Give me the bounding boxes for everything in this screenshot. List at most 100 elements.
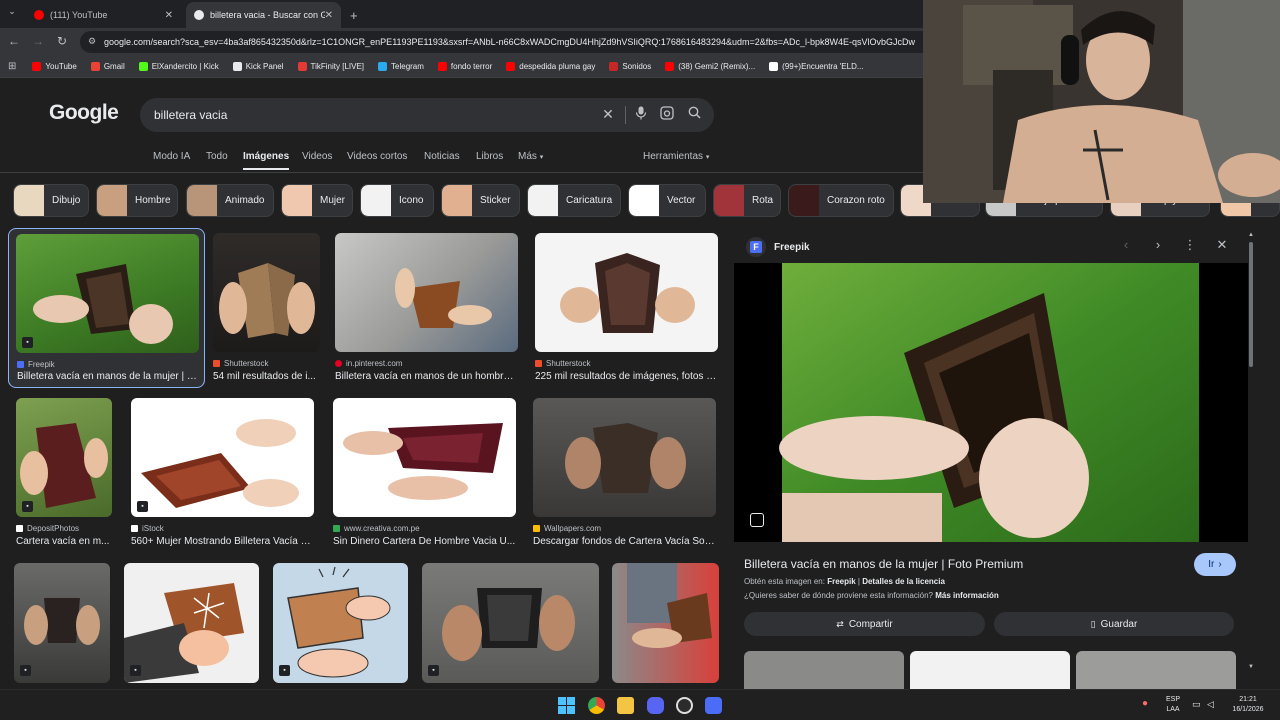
license-link[interactable]: Detalles de la licencia	[862, 577, 945, 586]
language-indicator[interactable]: ESP LAA	[1160, 695, 1186, 715]
result-thumbnail[interactable]	[612, 563, 719, 683]
bookmark-item[interactable]: Sonidos	[609, 62, 651, 71]
back-icon[interactable]: ←	[6, 34, 22, 48]
file-explorer-icon[interactable]	[617, 697, 634, 714]
refine-chip[interactable]: Mujer	[281, 184, 353, 217]
related-image[interactable]	[1076, 651, 1236, 689]
microphone-tray-icon[interactable]: ●	[1142, 699, 1148, 709]
network-icon[interactable]: ▭	[1192, 699, 1201, 709]
panel-scrollbar[interactable]: ▲ ▼	[1248, 232, 1254, 672]
microphone-icon[interactable]	[632, 106, 650, 123]
app-icon[interactable]	[705, 697, 722, 714]
result-thumbnail[interactable]	[535, 233, 718, 352]
result-title[interactable]: Billetera vacía en manos de un hombre ..…	[335, 371, 518, 382]
result-thumbnail[interactable]	[333, 398, 516, 517]
save-button[interactable]: ▯ Guardar	[994, 612, 1234, 636]
image-result[interactable]: Wallpapers.com Descargar fondos de Carte…	[533, 398, 717, 548]
result-thumbnail[interactable]: ▪	[124, 563, 259, 683]
result-thumbnail[interactable]	[335, 233, 518, 352]
obtain-site-link[interactable]: Freepik	[827, 577, 855, 586]
bookmark-item[interactable]: TikFinity [LIVE]	[297, 62, 364, 71]
preview-image[interactable]	[734, 263, 1248, 542]
image-result[interactable]: ▪	[124, 563, 259, 683]
bookmark-item[interactable]: Gmail	[90, 62, 125, 71]
forward-icon[interactable]: →	[30, 34, 46, 48]
bookmark-item[interactable]: Kick Panel	[232, 62, 284, 71]
preview-title[interactable]: Billetera vacía en manos de la mujer | F…	[744, 557, 1023, 571]
result-title[interactable]: Descargar fondos de Cartera Vacía Sost..…	[533, 536, 717, 547]
result-thumbnail[interactable]	[213, 233, 320, 352]
close-tab-icon[interactable]: ✕	[325, 10, 333, 21]
refine-chip[interactable]: Dibujo	[13, 184, 89, 217]
reload-icon[interactable]: ↻	[54, 34, 70, 48]
search-box[interactable]: billetera vacia ✕	[140, 98, 714, 132]
site-info-icon[interactable]: ⚙	[88, 36, 96, 47]
clock[interactable]: 21:21 16/1/2026	[1226, 695, 1270, 715]
lens-camera-icon[interactable]	[658, 106, 676, 123]
bookmark-item[interactable]: (99+)Encuentra 'ELD...	[769, 62, 864, 71]
result-thumbnail[interactable]: ▪	[131, 398, 314, 517]
tools-button[interactable]: Herramientas ▾	[643, 151, 709, 162]
result-title[interactable]: Sin Dinero Cartera De Hombre Vacia U...	[333, 536, 517, 547]
tab-libros[interactable]: Libros	[476, 151, 503, 162]
discord-icon[interactable]	[647, 697, 664, 714]
tab-videos-cortos[interactable]: Videos cortos	[347, 151, 407, 162]
bookmark-item[interactable]: Telegram	[378, 62, 424, 71]
clear-search-icon[interactable]: ✕	[599, 106, 617, 123]
apps-grid-icon[interactable]: ⊞	[8, 61, 16, 72]
bookmark-item[interactable]: YouTube	[32, 62, 77, 71]
bookmark-item[interactable]: ElXandercito | Kick	[138, 62, 219, 71]
result-thumbnail[interactable]	[533, 398, 716, 517]
image-result[interactable]: ▪	[273, 563, 409, 683]
google-logo[interactable]: Google	[49, 101, 119, 125]
visit-button[interactable]: Ir ›	[1194, 553, 1236, 576]
panel-source-header[interactable]: F Freepik	[746, 237, 810, 257]
refine-chip[interactable]: Hombre	[96, 184, 178, 217]
close-panel-icon[interactable]: ✕	[1214, 237, 1230, 253]
tab-modo-ia[interactable]: Modo IA	[153, 151, 190, 162]
result-title[interactable]: Billetera vacía en manos de la mujer | F…	[17, 371, 199, 382]
more-options-icon[interactable]: ⋮	[1182, 237, 1198, 253]
image-result[interactable]: ▪ DepositPhotos Cartera vacía en m...	[16, 398, 113, 548]
tab-videos[interactable]: Videos	[302, 151, 332, 162]
lens-search-icon[interactable]	[750, 513, 764, 527]
image-result[interactable]: Shutterstock 54 mil resultados de i...	[213, 233, 321, 383]
refine-chip[interactable]: Vector	[628, 184, 706, 217]
close-tab-icon[interactable]: ✕	[165, 10, 173, 21]
refine-chip[interactable]: Caricatura	[527, 184, 621, 217]
result-thumbnail[interactable]: ▪	[273, 563, 408, 683]
refine-chip[interactable]: Rota	[713, 184, 781, 217]
scroll-up-icon[interactable]: ▲	[1248, 232, 1254, 238]
image-result[interactable]: in.pinterest.com Billetera vacía en mano…	[335, 233, 519, 383]
next-image-icon[interactable]: ›	[1150, 237, 1166, 252]
image-result[interactable]: ▪ Freepik Billetera vacía en manos de la…	[8, 228, 205, 388]
result-thumbnail[interactable]: ▪	[422, 563, 599, 683]
refine-chip[interactable]: Icono	[360, 184, 434, 217]
refine-chip[interactable]: Corazon roto	[788, 184, 894, 217]
image-result[interactable]: Shutterstock 225 mil resultados de imáge…	[535, 233, 719, 383]
tab-todo[interactable]: Todo	[206, 151, 228, 162]
result-title[interactable]: Cartera vacía en m...	[16, 536, 113, 547]
image-result[interactable]	[612, 563, 719, 683]
chrome-icon[interactable]	[588, 697, 605, 714]
tab-noticias[interactable]: Noticias	[424, 151, 460, 162]
image-result[interactable]: ▪	[422, 563, 600, 683]
bookmark-item[interactable]: (38) Gemi2 (Remix)...	[665, 62, 755, 71]
new-tab-button[interactable]: +	[342, 2, 366, 28]
related-image[interactable]	[910, 651, 1070, 689]
image-result[interactable]: ▪	[14, 563, 111, 683]
tab-imagenes[interactable]: Imágenes	[243, 151, 290, 170]
tab-search-icon[interactable]: ⌄	[4, 6, 20, 17]
refine-chip[interactable]: Sticker	[441, 184, 520, 217]
result-title[interactable]: 560+ Mujer Mostrando Billetera Vacía Fo.…	[131, 536, 315, 547]
image-result[interactable]: www.creativa.com.pe Sin Dinero Cartera D…	[333, 398, 517, 548]
related-image[interactable]	[744, 651, 904, 689]
tab-google-search[interactable]: billetera vacia - Buscar con Goo ✕	[186, 2, 341, 28]
scrollbar-thumb[interactable]	[1249, 242, 1253, 367]
image-result[interactable]: ▪ iStock 560+ Mujer Mostrando Billetera …	[131, 398, 315, 548]
tab-mas[interactable]: Más ▾	[518, 151, 543, 162]
result-thumbnail[interactable]: ▪	[16, 234, 199, 353]
tab-youtube[interactable]: (111) YouTube ✕	[26, 2, 181, 28]
more-info-link[interactable]: Más información	[935, 591, 999, 600]
volume-icon[interactable]: ◁	[1207, 699, 1214, 709]
